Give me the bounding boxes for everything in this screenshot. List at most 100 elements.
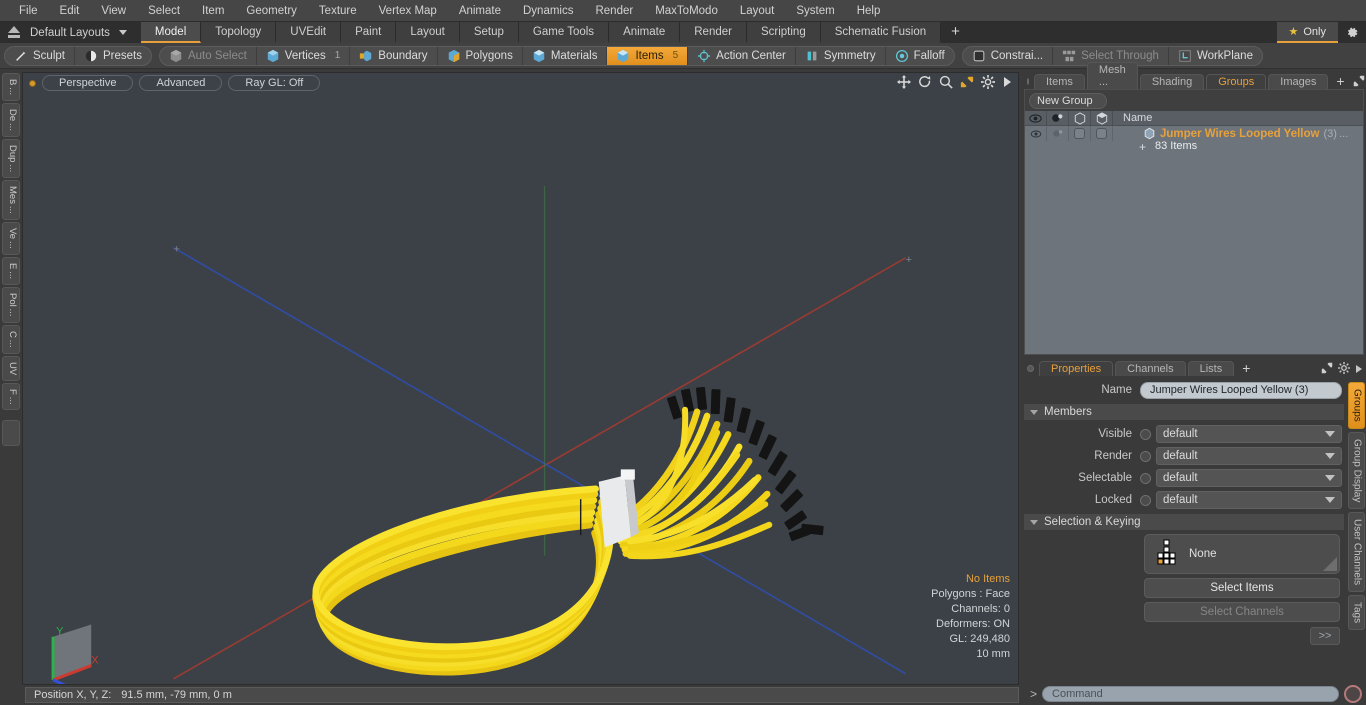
- symmetry-button[interactable]: Symmetry: [796, 46, 886, 65]
- side-tab-tags[interactable]: Tags: [1347, 595, 1365, 631]
- new-group-button[interactable]: New Group: [1029, 93, 1107, 109]
- vertices-button[interactable]: Vertices 1: [257, 46, 351, 65]
- tab-properties[interactable]: Properties: [1039, 361, 1114, 376]
- add-tab-button[interactable]: +: [941, 22, 970, 43]
- polygons-button[interactable]: Polygons: [438, 46, 523, 65]
- name-input[interactable]: Jumper Wires Looped Yellow (3): [1140, 381, 1342, 399]
- visible-dropdown[interactable]: default: [1156, 425, 1342, 443]
- menu-item-geometry[interactable]: Geometry: [235, 0, 308, 22]
- viewport-view-selector[interactable]: Perspective: [42, 75, 134, 91]
- action-center-button[interactable]: Action Center: [688, 46, 796, 65]
- menu-item-file[interactable]: File: [8, 0, 49, 22]
- tab-topology[interactable]: Topology: [201, 22, 277, 43]
- row-render-icon[interactable]: [1047, 126, 1069, 141]
- menu-item-dynamics[interactable]: Dynamics: [512, 0, 584, 22]
- layout-selector[interactable]: Default Layouts: [0, 22, 135, 43]
- tab-layout[interactable]: Layout: [396, 22, 460, 43]
- cube-outline-icon[interactable]: [1091, 110, 1113, 126]
- panel-tab-items[interactable]: Items: [1034, 74, 1085, 89]
- record-icon[interactable]: [1344, 685, 1362, 703]
- selectable-radio[interactable]: [1140, 472, 1151, 484]
- expand-more-button[interactable]: >>: [1310, 627, 1340, 645]
- panel-maximize-icon[interactable]: [1353, 75, 1365, 87]
- left-tab-duplicate[interactable]: Dup ...: [2, 139, 20, 179]
- side-tab-group-display[interactable]: Group Display: [1347, 431, 1365, 510]
- presets-button[interactable]: Presets: [75, 47, 151, 65]
- properties-add-tab-button[interactable]: +: [1236, 360, 1256, 376]
- selection-set-field[interactable]: None: [1144, 534, 1340, 574]
- left-tab-mesh[interactable]: Mes ...: [2, 180, 20, 221]
- menu-item-maxtomodo[interactable]: MaxToModo: [644, 0, 729, 22]
- locked-radio[interactable]: [1140, 494, 1151, 506]
- visible-radio[interactable]: [1140, 428, 1151, 440]
- boundary-button[interactable]: Boundary: [350, 46, 438, 65]
- side-tab-groups[interactable]: Groups: [1347, 382, 1365, 429]
- properties-gear-icon[interactable]: [1338, 362, 1350, 374]
- command-input[interactable]: Command: [1042, 686, 1339, 702]
- selection-keying-section-header[interactable]: Selection & Keying: [1024, 514, 1344, 530]
- side-tab-user-channels[interactable]: User Channels: [1347, 512, 1365, 593]
- row-checkbox-2[interactable]: [1091, 126, 1113, 141]
- left-tab-uv[interactable]: UV: [2, 355, 20, 381]
- left-tab-fusion[interactable]: F ...: [2, 382, 20, 411]
- tab-uvedit[interactable]: UVEdit: [276, 22, 342, 43]
- row-checkbox-1[interactable]: [1069, 126, 1091, 141]
- menu-item-edit[interactable]: Edit: [49, 0, 91, 22]
- panel-add-tab-button[interactable]: +: [1330, 73, 1350, 89]
- viewport-shading-selector[interactable]: Advanced: [139, 75, 223, 91]
- tab-animate[interactable]: Animate: [609, 22, 681, 43]
- tab-setup[interactable]: Setup: [459, 22, 519, 43]
- viewport-3d[interactable]: + + Y X Perspective Advanced Ray GL: Off…: [22, 72, 1019, 685]
- tab-render[interactable]: Render: [680, 22, 747, 43]
- only-toggle-button[interactable]: ★ Only: [1276, 22, 1338, 43]
- workplane-button[interactable]: WorkPlane: [1169, 47, 1262, 65]
- preferences-gear-button[interactable]: [1338, 22, 1366, 43]
- cube-outline-icon[interactable]: [1069, 110, 1091, 126]
- left-tab-extra[interactable]: [2, 420, 20, 447]
- panel-tab-shading[interactable]: Shading: [1139, 74, 1205, 89]
- members-section-header[interactable]: Members: [1024, 404, 1344, 420]
- tab-lists[interactable]: Lists: [1187, 361, 1235, 376]
- locked-dropdown[interactable]: default: [1156, 491, 1342, 509]
- menu-item-animate[interactable]: Animate: [448, 0, 512, 22]
- left-tab-polygon[interactable]: Pol ...: [2, 287, 20, 323]
- render-dropdown[interactable]: default: [1156, 447, 1342, 465]
- menu-item-texture[interactable]: Texture: [308, 0, 368, 22]
- left-tab-basic[interactable]: B ...: [2, 73, 20, 102]
- tab-schematic-fusion[interactable]: Schematic Fusion: [820, 22, 942, 43]
- panel-menu-dot-icon[interactable]: [1027, 78, 1029, 85]
- tab-scripting[interactable]: Scripting: [746, 22, 821, 43]
- viewport-raygl-toggle[interactable]: Ray GL: Off: [228, 75, 321, 91]
- left-tab-vertex[interactable]: Ve ...: [2, 222, 20, 256]
- menu-item-vertex-map[interactable]: Vertex Map: [368, 0, 448, 22]
- menu-item-layout[interactable]: Layout: [729, 0, 786, 22]
- panel-tab-groups[interactable]: Groups: [1206, 74, 1267, 89]
- properties-maximize-icon[interactable]: [1321, 362, 1333, 374]
- eye-icon[interactable]: [1025, 110, 1047, 126]
- tab-game-tools[interactable]: Game Tools: [518, 22, 610, 43]
- materials-button[interactable]: Materials: [523, 46, 608, 65]
- viewport-menu-dot-icon[interactable]: [29, 79, 36, 87]
- menu-item-help[interactable]: Help: [846, 0, 892, 22]
- items-button[interactable]: Items 5: [607, 46, 689, 65]
- tab-paint[interactable]: Paint: [341, 22, 397, 43]
- tab-model[interactable]: Model: [140, 22, 202, 43]
- expand-node-icon[interactable]: +: [1139, 140, 1146, 154]
- collapse-arrow-icon[interactable]: [8, 26, 20, 38]
- row-eye-icon[interactable]: [1025, 126, 1047, 141]
- menu-item-render[interactable]: Render: [584, 0, 644, 22]
- left-tab-edge[interactable]: E ...: [2, 257, 20, 286]
- menu-item-view[interactable]: View: [90, 0, 137, 22]
- render-icon[interactable]: [1047, 110, 1069, 126]
- menu-item-select[interactable]: Select: [137, 0, 191, 22]
- menu-item-item[interactable]: Item: [191, 0, 235, 22]
- falloff-button[interactable]: Falloff: [886, 47, 954, 65]
- auto-select-button[interactable]: Auto Select: [160, 46, 257, 65]
- render-radio[interactable]: [1140, 450, 1151, 462]
- menu-item-system[interactable]: System: [785, 0, 845, 22]
- constraints-button[interactable]: Constrai...: [963, 46, 1054, 65]
- select-items-button[interactable]: Select Items: [1144, 578, 1340, 598]
- left-tab-curve[interactable]: C ...: [2, 324, 20, 354]
- group-list[interactable]: Jumper Wires Looped Yellow (3) ... 83 It…: [1025, 126, 1363, 354]
- panel-tab-mesh[interactable]: Mesh ...: [1086, 62, 1138, 89]
